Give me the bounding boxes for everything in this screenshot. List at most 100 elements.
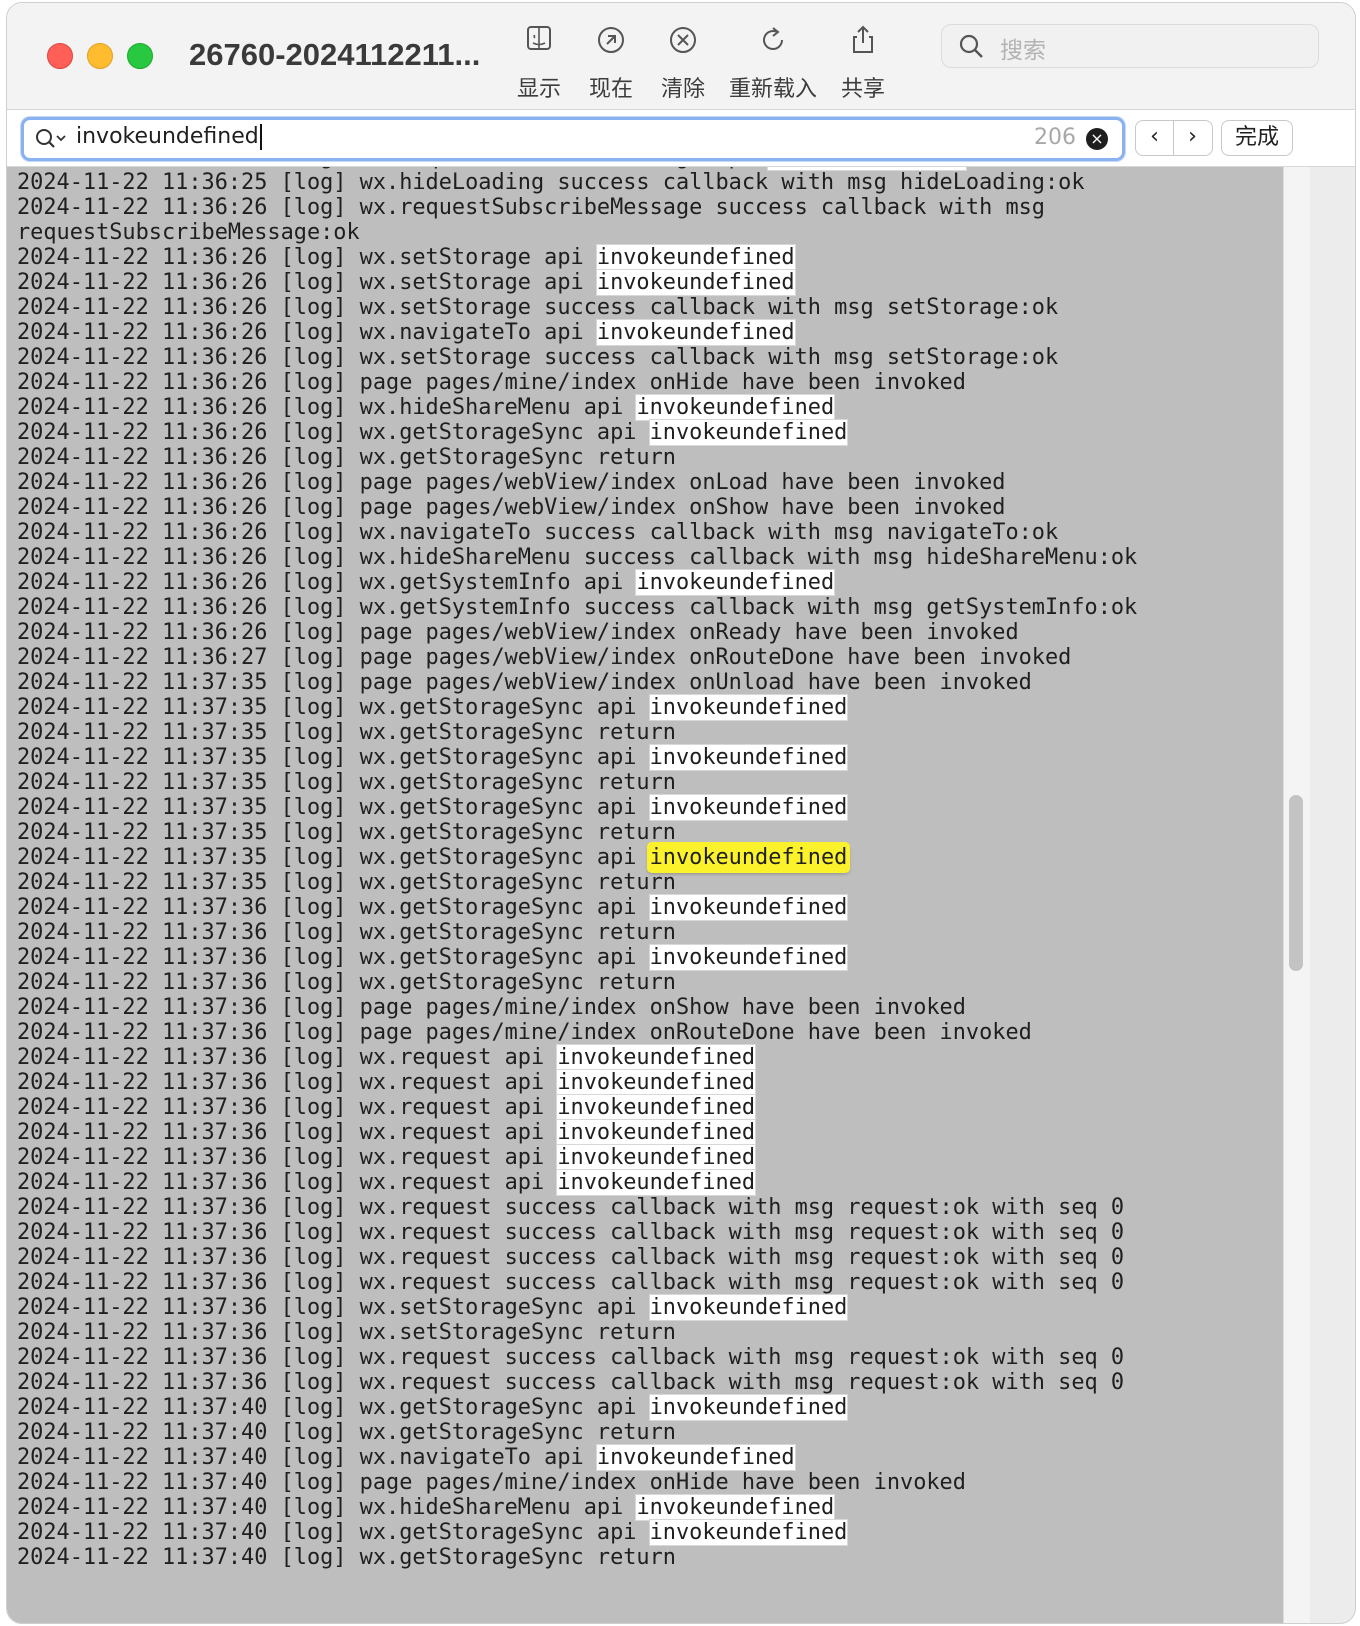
- log-line: 2024-11-22 11:37:40 [log] wx.getStorageS…: [17, 1395, 1137, 1420]
- log-line: 2024-11-22 11:36:26 [log] wx.hideShareMe…: [17, 395, 1137, 420]
- log-line: 2024-11-22 11:36:26 [log] page pages/web…: [17, 495, 1137, 520]
- log-line: 2024-11-22 11:37:36 [log] wx.request suc…: [17, 1370, 1137, 1395]
- share-button[interactable]: 共享: [835, 23, 891, 103]
- clear-search-icon[interactable]: ×: [1086, 128, 1108, 150]
- log-line: 2024-11-22 11:37:36 [log] wx.request suc…: [17, 1195, 1137, 1220]
- log-line-text: 2024-11-22 11:36:25 [log] wx.hideLoading…: [17, 170, 1085, 195]
- log-line-text: 2024-11-22 11:37:36 [log] wx.request suc…: [17, 1345, 1125, 1370]
- reload-button[interactable]: 重新载入: [727, 23, 819, 103]
- find-input[interactable]: invokeundefined 206 ×: [21, 117, 1125, 161]
- log-line: 2024-11-22 11:37:35 [log] page pages/web…: [17, 670, 1137, 695]
- log-line: 2024-11-22 11:36:25 [log] wx.hideLoading…: [17, 170, 1137, 195]
- log-line: 2024-11-22 11:36:26 [log] wx.requestSubs…: [17, 195, 1137, 220]
- log-line: 2024-11-22 11:36:26 [log] wx.setStorage …: [17, 270, 1137, 295]
- log-line: 2024-11-22 11:37:40 [log] wx.navigateTo …: [17, 1445, 1137, 1470]
- log-line: 2024-11-22 11:36:26 [log] wx.hideShareMe…: [17, 545, 1137, 570]
- log-line-text: 2024-11-22 11:37:36 [log] page pages/min…: [17, 1020, 1032, 1045]
- log-line: 2024-11-22 11:36:26 [log] page pages/web…: [17, 470, 1137, 495]
- log-line: 2024-11-22 11:37:40 [log] wx.getStorageS…: [17, 1545, 1137, 1570]
- log-line: 2024-11-22 11:36:27 [log] page pages/web…: [17, 645, 1137, 670]
- magnifier-dropdown-icon[interactable]: [34, 126, 68, 152]
- log-line: 2024-11-22 11:37:35 [log] wx.getStorageS…: [17, 795, 1137, 820]
- log-line: 2024-11-22 11:36:26 [log] page pages/web…: [17, 620, 1137, 645]
- match-highlight: invokeundefined: [596, 320, 795, 345]
- now-button[interactable]: 现在: [583, 23, 639, 103]
- match-highlight: invokeundefined: [649, 1520, 848, 1545]
- log-line: 2024-11-22 11:37:36 [log] wx.request api…: [17, 1095, 1137, 1120]
- now-label: 现在: [588, 77, 633, 102]
- match-highlight: invokeundefined: [557, 1045, 756, 1070]
- log-line-text: requestSubscribeMessage:ok: [17, 220, 360, 245]
- scrollbar-thumb[interactable]: [1289, 795, 1303, 971]
- log-line: 2024-11-22 11:37:36 [log] page pages/min…: [17, 1020, 1137, 1045]
- log-line-text: 2024-11-22 11:36:26 [log] wx.getStorageS…: [17, 445, 676, 470]
- log-line: 2024-11-22 11:36:26 [log] wx.getStorageS…: [17, 445, 1137, 470]
- log-line-text: 2024-11-22 11:37:36 [log] wx.request suc…: [17, 1195, 1125, 1220]
- log-line: 2024-11-22 11:37:36 [log] wx.setStorageS…: [17, 1295, 1137, 1320]
- log-line-text: 2024-11-22 11:36:26 [log] wx.setStorage …: [17, 345, 1059, 370]
- match-highlight: invokeundefined: [596, 1445, 795, 1470]
- log-line-text: 2024-11-22 11:36:26 [log] wx.getSystemIn…: [17, 570, 637, 595]
- log-line: 2024-11-22 11:36:26 [log] wx.getStorageS…: [17, 420, 1137, 445]
- show-in-finder-icon: [527, 26, 551, 50]
- done-button[interactable]: 完成: [1221, 120, 1293, 156]
- log-line: 2024-11-22 11:36:26 [log] wx.navigateTo …: [17, 520, 1137, 545]
- log-line-text: 2024-11-22 11:37:36 [log] wx.request suc…: [17, 1370, 1125, 1395]
- search-placeholder: 搜索: [1000, 38, 1046, 64]
- log-line-text: 2024-11-22 11:37:36 [log] wx.request suc…: [17, 1270, 1125, 1295]
- match-highlight: invokeundefined: [636, 570, 835, 595]
- match-highlight: invokeundefined: [557, 1070, 756, 1095]
- match-highlight: invokeundefined: [636, 395, 835, 420]
- log-line: 2024-11-22 11:37:36 [log] wx.request api…: [17, 1120, 1137, 1145]
- jump-to-now-icon: [598, 27, 624, 53]
- log-line: 2024-11-22 11:37:36 [log] wx.request api…: [17, 1045, 1137, 1070]
- clear-button[interactable]: 清除: [655, 23, 711, 103]
- log-line: requestSubscribeMessage:ok: [17, 220, 1137, 245]
- log-line: 2024-11-22 11:37:36 [log] wx.request suc…: [17, 1245, 1137, 1270]
- reload-icon: [763, 27, 783, 50]
- log-line: 2024-11-22 11:37:35 [log] wx.getStorageS…: [17, 695, 1137, 720]
- match-highlight: invokeundefined: [596, 270, 795, 295]
- previous-match-button[interactable]: ‹: [1136, 121, 1174, 155]
- close-window-button[interactable]: [47, 43, 73, 69]
- find-query: invokeundefined: [76, 124, 262, 150]
- log-line: 2024-11-22 11:37:35 [log] wx.getStorageS…: [17, 745, 1137, 770]
- log-line: 2024-11-22 11:37:40 [log] wx.getStorageS…: [17, 1520, 1137, 1545]
- share-label: 共享: [840, 77, 885, 102]
- log-line-text: 2024-11-22 11:36:26 [log] wx.setStorage …: [17, 270, 597, 295]
- log-line: 2024-11-22 11:37:36 [log] wx.request api…: [17, 1145, 1137, 1170]
- log-line-text: 2024-11-22 11:37:36 [log] wx.request suc…: [17, 1220, 1125, 1245]
- match-navigation: ‹ ›: [1135, 120, 1213, 156]
- log-line-text: 2024-11-22 11:36:26 [log] wx.navigateTo …: [17, 520, 1059, 545]
- log-line-text: 2024-11-22 11:37:36 [log] wx.getStorageS…: [17, 970, 676, 995]
- next-match-button[interactable]: ›: [1174, 121, 1211, 155]
- log-line-text: 2024-11-22 11:36:26 [log] wx.getStorageS…: [17, 420, 650, 445]
- log-line-text: 2024-11-22 11:37:40 [log] page pages/min…: [17, 1470, 966, 1495]
- show-button[interactable]: 显示: [511, 23, 567, 103]
- search-icon: [959, 34, 983, 58]
- log-view[interactable]: 2024-11-22 11:36:24 [log] wx.requestSubs…: [7, 167, 1283, 1623]
- log-line-text: 2024-11-22 11:37:40 [log] wx.getStorageS…: [17, 1420, 676, 1445]
- log-line: 2024-11-22 11:37:36 [log] wx.getStorageS…: [17, 970, 1137, 995]
- log-line-text: 2024-11-22 11:37:40 [log] wx.getStorageS…: [17, 1395, 650, 1420]
- log-line: 2024-11-22 11:36:26 [log] wx.navigateTo …: [17, 320, 1137, 345]
- log-line: 2024-11-22 11:37:35 [log] wx.getStorageS…: [17, 845, 1137, 870]
- minimize-window-button[interactable]: [87, 43, 113, 69]
- log-line: 2024-11-22 11:37:36 [log] wx.request api…: [17, 1170, 1137, 1195]
- share-icon: [853, 25, 873, 53]
- log-line: 2024-11-22 11:37:36 [log] wx.request suc…: [17, 1220, 1137, 1245]
- log-line: 2024-11-22 11:37:36 [log] wx.getStorageS…: [17, 920, 1137, 945]
- zoom-window-button[interactable]: [127, 43, 153, 69]
- log-line-text: 2024-11-22 11:37:36 [log] wx.request api: [17, 1170, 558, 1195]
- log-line-text: 2024-11-22 11:37:36 [log] wx.request api: [17, 1070, 558, 1095]
- current-match-highlight: invokeundefined: [649, 845, 848, 870]
- toolbar-search-field[interactable]: 搜索: [941, 24, 1319, 68]
- log-line-text: 2024-11-22 11:37:35 [log] page pages/web…: [17, 670, 1032, 695]
- vertical-scrollbar[interactable]: [1283, 167, 1310, 1623]
- toolbar: 26760-2024112211... 显示 现在 清除 重新载入 共享 搜索: [7, 3, 1355, 110]
- log-line-text: 2024-11-22 11:36:26 [log] wx.setStorage …: [17, 245, 597, 270]
- log-line: 2024-11-22 11:37:35 [log] wx.getStorageS…: [17, 720, 1137, 745]
- log-line-text: 2024-11-22 11:37:35 [log] wx.getStorageS…: [17, 695, 650, 720]
- match-highlight: invokeundefined: [596, 245, 795, 270]
- log-line-text: 2024-11-22 11:36:26 [log] page pages/min…: [17, 370, 966, 395]
